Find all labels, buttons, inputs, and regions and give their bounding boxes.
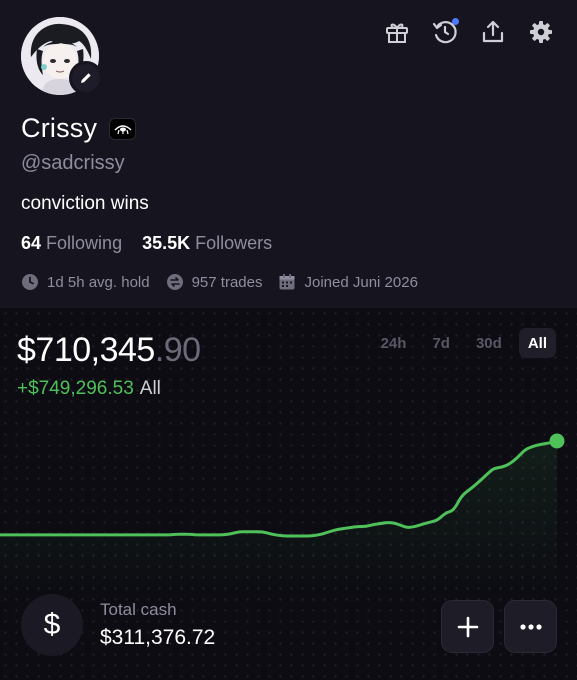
joined-stat: Joined Juni 2026 [278, 273, 418, 291]
more-options-button[interactable] [504, 600, 557, 653]
chart-area-fill [0, 441, 557, 598]
settings-button[interactable] [527, 18, 555, 46]
following-link[interactable]: 64 Following [21, 233, 122, 254]
avg-hold-stat: 1d 5h avg. hold [21, 273, 150, 291]
following-count: 64 [21, 233, 42, 253]
followers-count: 35.5K [142, 233, 191, 253]
notification-dot [452, 18, 459, 25]
history-button[interactable] [431, 18, 459, 46]
name-row: Crissy [21, 113, 137, 144]
gift-button[interactable] [383, 18, 411, 46]
followers-link[interactable]: 35.5K Followers [142, 233, 272, 254]
profile-handle: @sadcrissy [21, 152, 125, 174]
add-cash-button[interactable] [441, 600, 494, 653]
calendar-icon [279, 274, 295, 290]
more-icon [519, 623, 542, 630]
profile-bio: conviction wins [21, 193, 149, 214]
trades-text: 957 trades [191, 273, 263, 291]
eye-badge-icon [109, 117, 137, 140]
follow-counts: 64 Following 35.5K Followers [21, 233, 272, 254]
joined-text: Joined Juni 2026 [304, 273, 418, 291]
gift-icon [386, 23, 408, 43]
followers-label: Followers [195, 233, 273, 253]
profile-name: Crissy [21, 113, 98, 143]
clock-icon [22, 274, 38, 290]
pencil-icon [81, 73, 91, 83]
trades-stat: 957 trades [166, 273, 263, 291]
plus-icon [457, 616, 478, 637]
cash-icon: $ [21, 594, 83, 656]
following-label: Following [46, 233, 123, 253]
cash-value: $311,376.72 [100, 626, 216, 649]
portfolio-chart[interactable] [0, 308, 577, 598]
gear-icon [530, 21, 552, 43]
cash-label: Total cash [100, 600, 177, 619]
share-icon [482, 20, 504, 43]
top-toolbar [383, 18, 555, 46]
edit-avatar-button[interactable] [69, 61, 103, 95]
share-button[interactable] [479, 18, 507, 46]
profile-stats: 1d 5h avg. hold 957 trades Joined Juni 2… [21, 273, 418, 291]
avg-hold-text: 1d 5h avg. hold [47, 273, 150, 291]
trades-icon [166, 274, 183, 290]
chart-end-point [549, 433, 565, 449]
